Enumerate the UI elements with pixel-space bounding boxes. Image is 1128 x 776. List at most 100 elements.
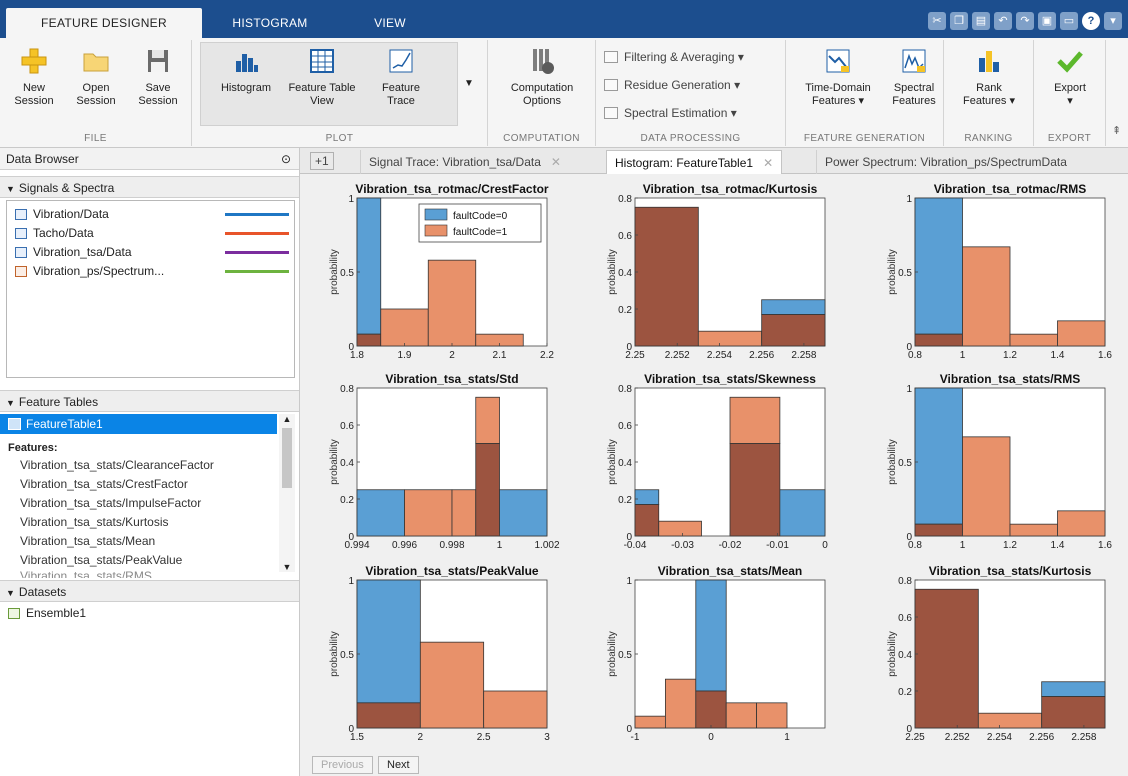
undo-icon[interactable]: ↶ xyxy=(994,12,1012,30)
histogram-grid: Vibration_tsa_rotmac/CrestFactor probabil… xyxy=(329,182,1112,743)
histogram-bar xyxy=(1057,320,1106,347)
y-tick-label: 0.2 xyxy=(618,305,632,316)
signals-spectra-header[interactable]: ▼ Signals & Spectra xyxy=(0,176,299,198)
export-label: Export xyxy=(1054,82,1086,94)
x-tick-label: 0.996 xyxy=(392,540,417,551)
datasets-header[interactable]: ▼ Datasets xyxy=(0,580,299,602)
tab-view[interactable]: VIEW xyxy=(345,8,435,38)
computation-options-button[interactable]: Computation Options xyxy=(496,44,588,108)
save-session-button[interactable]: Save Session xyxy=(132,44,184,108)
export-button[interactable]: Export ▾ xyxy=(1040,44,1100,108)
signal-item[interactable]: Vibration_tsa/Data xyxy=(7,243,294,262)
rank-features-button[interactable]: Rank Features ▾ xyxy=(956,44,1022,108)
collapse-ribbon-icon[interactable]: ⇞ xyxy=(1112,124,1121,137)
close-icon[interactable]: ✕ xyxy=(551,155,561,169)
open-session-button[interactable]: Open Session xyxy=(70,44,122,108)
scroll-down-icon[interactable]: ▼ xyxy=(279,562,295,572)
y-axis-label: probability xyxy=(329,439,340,485)
signal-name: Tacho/Data xyxy=(33,226,94,240)
tab-overflow-button[interactable]: +1 xyxy=(310,152,334,170)
signal-item[interactable]: Tacho/Data xyxy=(7,224,294,243)
tab-feature-designer[interactable]: FEATURE DESIGNER xyxy=(6,8,202,38)
spectral-estimation-label: Spectral Estimation ▾ xyxy=(624,106,737,120)
feature-table-item-selected[interactable]: FeatureTable1 xyxy=(0,414,277,434)
feature-item: Vibration_tsa_stats/CrestFactor xyxy=(20,477,188,491)
time-domain-features-button[interactable]: Time-Domain Features ▾ xyxy=(792,44,884,108)
paste-icon[interactable]: ▤ xyxy=(972,12,990,30)
y-axis-label: probability xyxy=(607,439,618,485)
y-tick-label: 0.2 xyxy=(898,687,912,698)
panel-options-icon[interactable]: ⊙ xyxy=(281,148,291,170)
scrollbar[interactable]: ▲ ▼ xyxy=(279,414,295,572)
collapse-icon: ▼ xyxy=(6,184,15,194)
tab-power-spectrum[interactable]: Power Spectrum: Vibration_ps/SpectrumDat… xyxy=(816,150,1075,174)
save-icon xyxy=(148,50,168,72)
histogram-bar xyxy=(779,489,826,537)
table-icon xyxy=(8,418,21,430)
data-processing-caption: DATA PROCESSING xyxy=(640,133,741,144)
histogram-bar xyxy=(499,489,548,537)
feature-generation-section: Time-Domain Features ▾ Spectral Features… xyxy=(786,40,944,146)
datasets-title: Datasets xyxy=(18,585,67,599)
spectral-estimation-menu[interactable]: Spectral Estimation ▾ xyxy=(604,106,737,120)
histogram-bar xyxy=(725,702,758,729)
x-tick-label: 0 xyxy=(708,732,714,743)
histogram-button[interactable]: Histogram xyxy=(206,44,286,95)
y-axis-label: probability xyxy=(329,631,340,677)
y-tick-label: 0.5 xyxy=(898,268,912,279)
new-session-button[interactable]: New Session xyxy=(8,44,60,108)
residue-generation-menu[interactable]: Residue Generation ▾ xyxy=(604,78,740,92)
x-tick-label: 2.258 xyxy=(791,350,816,361)
histogram-bar xyxy=(729,396,781,444)
spectral-features-button[interactable]: Spectral Features xyxy=(888,44,940,108)
histogram-bar xyxy=(695,579,727,692)
redo-icon[interactable]: ↷ xyxy=(1016,12,1034,30)
tab-signal-trace[interactable]: Signal Trace: Vibration_tsa/Data ✕ xyxy=(360,150,569,174)
y-tick-label: 1 xyxy=(348,194,354,205)
feature-trace-button[interactable]: Feature Trace xyxy=(368,44,434,108)
checkmark-icon xyxy=(1057,51,1083,73)
scroll-up-icon[interactable]: ▲ xyxy=(279,414,295,424)
switch-window-icon[interactable]: ▣ xyxy=(1038,12,1056,30)
x-tick-label: -0.01 xyxy=(766,540,789,551)
minimize-icon[interactable]: ▭ xyxy=(1060,12,1078,30)
next-button[interactable]: Next xyxy=(378,756,419,774)
chart-title: Vibration_tsa_stats/Mean xyxy=(658,564,803,578)
feature-table-view-button[interactable]: Feature Table View xyxy=(286,44,358,108)
histogram-bar xyxy=(356,579,421,704)
signal-line-swatch xyxy=(225,270,289,273)
tab-histogram-featuretable[interactable]: Histogram: FeatureTable1 ✕ xyxy=(606,150,783,174)
signal-line-swatch xyxy=(225,213,289,216)
x-tick-label: 1 xyxy=(960,540,966,551)
signal-name: Vibration_ps/Spectrum... xyxy=(33,264,165,278)
residue-generation-label: Residue Generation ▾ xyxy=(624,78,741,92)
dataset-item[interactable]: Ensemble1 xyxy=(0,604,299,623)
signal-item[interactable]: Vibration/Data xyxy=(7,205,294,224)
previous-button[interactable]: Previous xyxy=(312,756,373,774)
copy-icon[interactable]: ❐ xyxy=(950,12,968,30)
tab-histogram[interactable]: HISTOGRAM xyxy=(210,8,330,38)
y-tick-label: 0.4 xyxy=(618,268,632,279)
y-tick-label: 0 xyxy=(626,532,632,543)
help-icon[interactable]: ? xyxy=(1082,12,1100,30)
histogram-bar-overlap xyxy=(475,443,500,537)
filtering-averaging-menu[interactable]: Filtering & Averaging ▾ xyxy=(604,50,744,64)
signal-item[interactable]: Vibration_ps/Spectrum... xyxy=(7,262,294,281)
export-caption: EXPORT xyxy=(1047,133,1092,144)
plot-gallery-expand-icon[interactable]: ▼ xyxy=(464,78,474,89)
tab-label: Signal Trace: Vibration_tsa/Data xyxy=(369,155,541,169)
y-tick-label: 0.6 xyxy=(618,421,632,432)
cut-icon[interactable]: ✂ xyxy=(928,12,946,30)
histogram-bar xyxy=(962,436,1011,537)
legend-swatch-fault0 xyxy=(424,208,448,221)
expand-icon[interactable]: ▾ xyxy=(1104,12,1122,30)
spectral-features-label: Spectral Features xyxy=(892,82,936,107)
tab-label: Power Spectrum: Vibration_ps/SpectrumDat… xyxy=(825,155,1067,169)
y-tick-label: 0.5 xyxy=(340,650,354,661)
close-icon[interactable]: ✕ xyxy=(763,156,773,170)
histogram-bar xyxy=(756,702,788,729)
y-axis-label: probability xyxy=(607,631,618,677)
feature-tables-header[interactable]: ▼ Feature Tables xyxy=(0,390,299,412)
x-tick-label: -0.02 xyxy=(719,540,742,551)
scroll-thumb[interactable] xyxy=(282,428,292,488)
